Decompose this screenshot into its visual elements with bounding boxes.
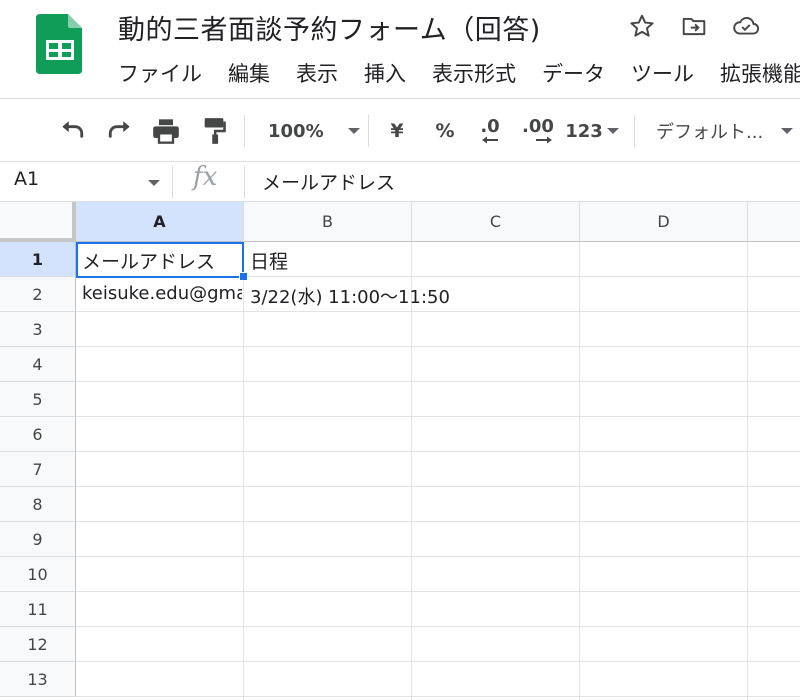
menu-insert[interactable]: 挿入 [364, 58, 406, 88]
redo-icon[interactable] [104, 115, 136, 147]
formula-input[interactable]: メールアドレス [262, 168, 395, 195]
chevron-down-icon[interactable] [148, 180, 160, 186]
arrow-right-icon [536, 136, 552, 144]
title-actions [626, 10, 762, 42]
menu-tools[interactable]: ツール [631, 58, 694, 88]
increase-decimal-label: .00 [522, 116, 554, 137]
sheets-logo-icon[interactable] [36, 14, 84, 74]
chevron-down-icon [781, 128, 794, 134]
fx-icon: fx [193, 162, 218, 192]
active-cell-selection [76, 242, 244, 278]
move-to-folder-icon[interactable] [678, 10, 710, 42]
grid-line [76, 661, 800, 662]
menu-file[interactable]: ファイル [118, 58, 202, 88]
grid-line [76, 591, 800, 592]
column-header-d[interactable]: D [580, 202, 748, 242]
cell-b1[interactable]: 日程 [250, 247, 410, 274]
paint-format-icon[interactable] [198, 115, 230, 147]
grid-line [76, 346, 800, 347]
menu-bar: ファイル 編集 表示 挿入 表示形式 データ ツール 拡張機能 [118, 58, 800, 88]
grid-line [76, 486, 800, 487]
increase-decimal-button[interactable]: .00 [518, 115, 558, 147]
row-header-5[interactable]: 5 [0, 382, 76, 417]
chevron-down-icon [606, 128, 619, 134]
row-header-2[interactable]: 2 [0, 277, 76, 312]
percent-format-button[interactable]: % [430, 115, 460, 147]
row-header-4[interactable]: 4 [0, 347, 76, 382]
more-formats-button[interactable]: 123 [564, 115, 620, 147]
menu-view[interactable]: 表示 [296, 58, 338, 88]
zoom-select[interactable]: 100% [260, 115, 360, 147]
cloud-saved-icon[interactable] [730, 10, 762, 42]
arrow-left-icon [482, 136, 498, 144]
grid-line [76, 416, 800, 417]
grid-line [76, 381, 800, 382]
row-header-1[interactable]: 1 [0, 242, 76, 277]
row-header-12[interactable]: 12 [0, 627, 76, 662]
row-header-11[interactable]: 11 [0, 592, 76, 627]
toolbar-separator [368, 115, 369, 147]
row-header-9[interactable]: 9 [0, 522, 76, 557]
grid-line [76, 451, 800, 452]
row-header-13[interactable]: 13 [0, 662, 76, 697]
app-header: 動的三者面談予約フォーム（回答) ファイル 編集 表示 挿入 表示形式 データ … [0, 0, 800, 98]
font-family-select[interactable]: デフォルト... [656, 115, 800, 147]
formula-bar: A1 fx メールアドレス [0, 162, 800, 202]
undo-icon[interactable] [56, 115, 88, 147]
spreadsheet-grid: A B C D 1 2 3 4 5 6 7 8 9 10 11 12 13 メー… [0, 202, 800, 700]
formula-bar-separator [172, 166, 173, 198]
font-family-value: デフォルト... [656, 122, 764, 143]
grid-line [76, 556, 800, 557]
column-header-e[interactable] [748, 202, 800, 242]
grid-line [76, 696, 800, 697]
zoom-value: 100% [268, 120, 324, 142]
name-box[interactable]: A1 [14, 168, 39, 190]
menu-edit[interactable]: 編集 [228, 58, 270, 88]
grid-line [76, 626, 800, 627]
menu-extensions[interactable]: 拡張機能 [720, 58, 800, 88]
star-icon[interactable] [626, 10, 658, 42]
column-header-a[interactable]: A [76, 202, 244, 242]
toolbar-separator [634, 115, 635, 147]
cell-a2[interactable]: keisuke.edu@gmail.com [82, 283, 242, 304]
row-header-7[interactable]: 7 [0, 452, 76, 487]
fill-handle[interactable] [239, 272, 248, 281]
chevron-down-icon [347, 128, 360, 134]
currency-format-button[interactable]: ¥ [384, 115, 410, 147]
grid-line [76, 521, 800, 522]
print-icon[interactable] [150, 115, 182, 147]
formula-bar-separator [244, 166, 245, 198]
grid-line [76, 311, 800, 312]
row-header-8[interactable]: 8 [0, 487, 76, 522]
row-header-10[interactable]: 10 [0, 557, 76, 592]
cell-b2[interactable]: 3/22(水) 11:00〜11:50 [250, 283, 570, 309]
toolbar: 100% ¥ % .0 .00 123 デフォルト... [0, 98, 800, 162]
decrease-decimal-label: .0 [480, 116, 500, 137]
menu-format[interactable]: 表示形式 [432, 58, 516, 88]
menu-data[interactable]: データ [542, 58, 605, 88]
row-header-6[interactable]: 6 [0, 417, 76, 452]
document-title[interactable]: 動的三者面談予約フォーム（回答) [118, 8, 541, 47]
column-header-b[interactable]: B [244, 202, 412, 242]
toolbar-separator [244, 115, 245, 147]
column-header-c[interactable]: C [412, 202, 580, 242]
select-all-corner[interactable] [0, 202, 76, 242]
decrease-decimal-button[interactable]: .0 [472, 115, 508, 147]
more-formats-label: 123 [565, 120, 603, 142]
row-header-3[interactable]: 3 [0, 312, 76, 347]
